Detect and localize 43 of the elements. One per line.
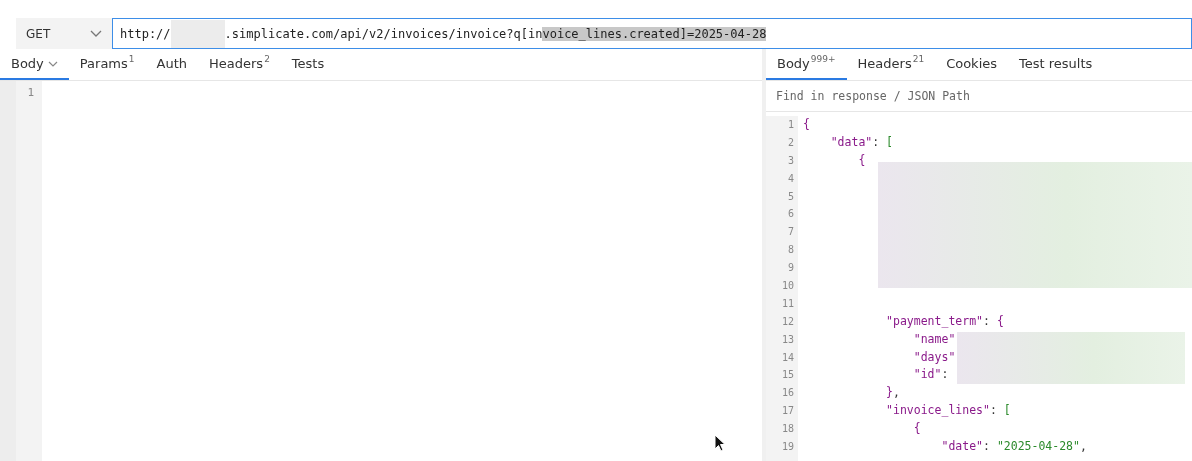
line-number: 16: [780, 386, 794, 401]
code-line: "days": [912, 348, 957, 366]
line-number: 14: [780, 350, 794, 365]
line-number: 6: [786, 207, 794, 222]
code-line: {: [912, 420, 922, 438]
response-tab[interactable]: Cookies: [935, 49, 1009, 80]
code-line: {: [857, 151, 867, 169]
line-number: 10: [780, 279, 794, 293]
code-line: "id":: [912, 366, 950, 384]
line-number: 19: [780, 440, 794, 455]
code-line: "data": [: [829, 133, 895, 151]
line-number: 11: [780, 296, 794, 311]
line-number: 18: [780, 422, 794, 437]
mouse-pointer-icon: [714, 434, 725, 452]
method-dropdown[interactable]: GET: [16, 18, 112, 49]
response-tab[interactable]: Test results: [1008, 49, 1104, 80]
line-number: 1: [26, 85, 34, 101]
code-line: "invoice_lines": [: [885, 402, 1012, 420]
line-number: 12: [780, 314, 794, 329]
response-tab[interactable]: Headers$^{21}$: [846, 49, 936, 80]
chevron-down-icon: [90, 29, 102, 38]
line-number: 15: [780, 368, 794, 383]
line-number: 2: [786, 135, 794, 150]
line-number: 13: [780, 332, 794, 347]
code-line: {: [803, 116, 811, 133]
line-number: 8: [786, 243, 794, 258]
request-tab[interactable]: Tests: [280, 49, 336, 80]
code-line: "payment_term": {: [885, 312, 1005, 330]
line-number: 5: [786, 189, 794, 204]
line-number: 4: [786, 171, 794, 186]
code-line: },: [885, 384, 901, 402]
line-number: 1: [786, 118, 794, 132]
code-line: "date": "2025-04-28",: [940, 438, 1088, 456]
url-field[interactable]: http:// .simplicate.com/api/v2/invoices/invoice?q[invoice_lines.created]=2025-04-28: [112, 18, 1192, 49]
redacted-area: [170, 19, 225, 48]
line-number: 3: [786, 153, 794, 168]
request-tab[interactable]: Auth: [145, 49, 198, 80]
request-tab[interactable]: Params$^{1}$: [68, 49, 146, 80]
code-line: "name": [912, 330, 957, 348]
request-tab[interactable]: Headers$^{2}$: [198, 49, 281, 80]
line-number: 17: [780, 404, 794, 419]
line-number: 7: [786, 225, 794, 240]
line-number: 9: [786, 261, 794, 276]
